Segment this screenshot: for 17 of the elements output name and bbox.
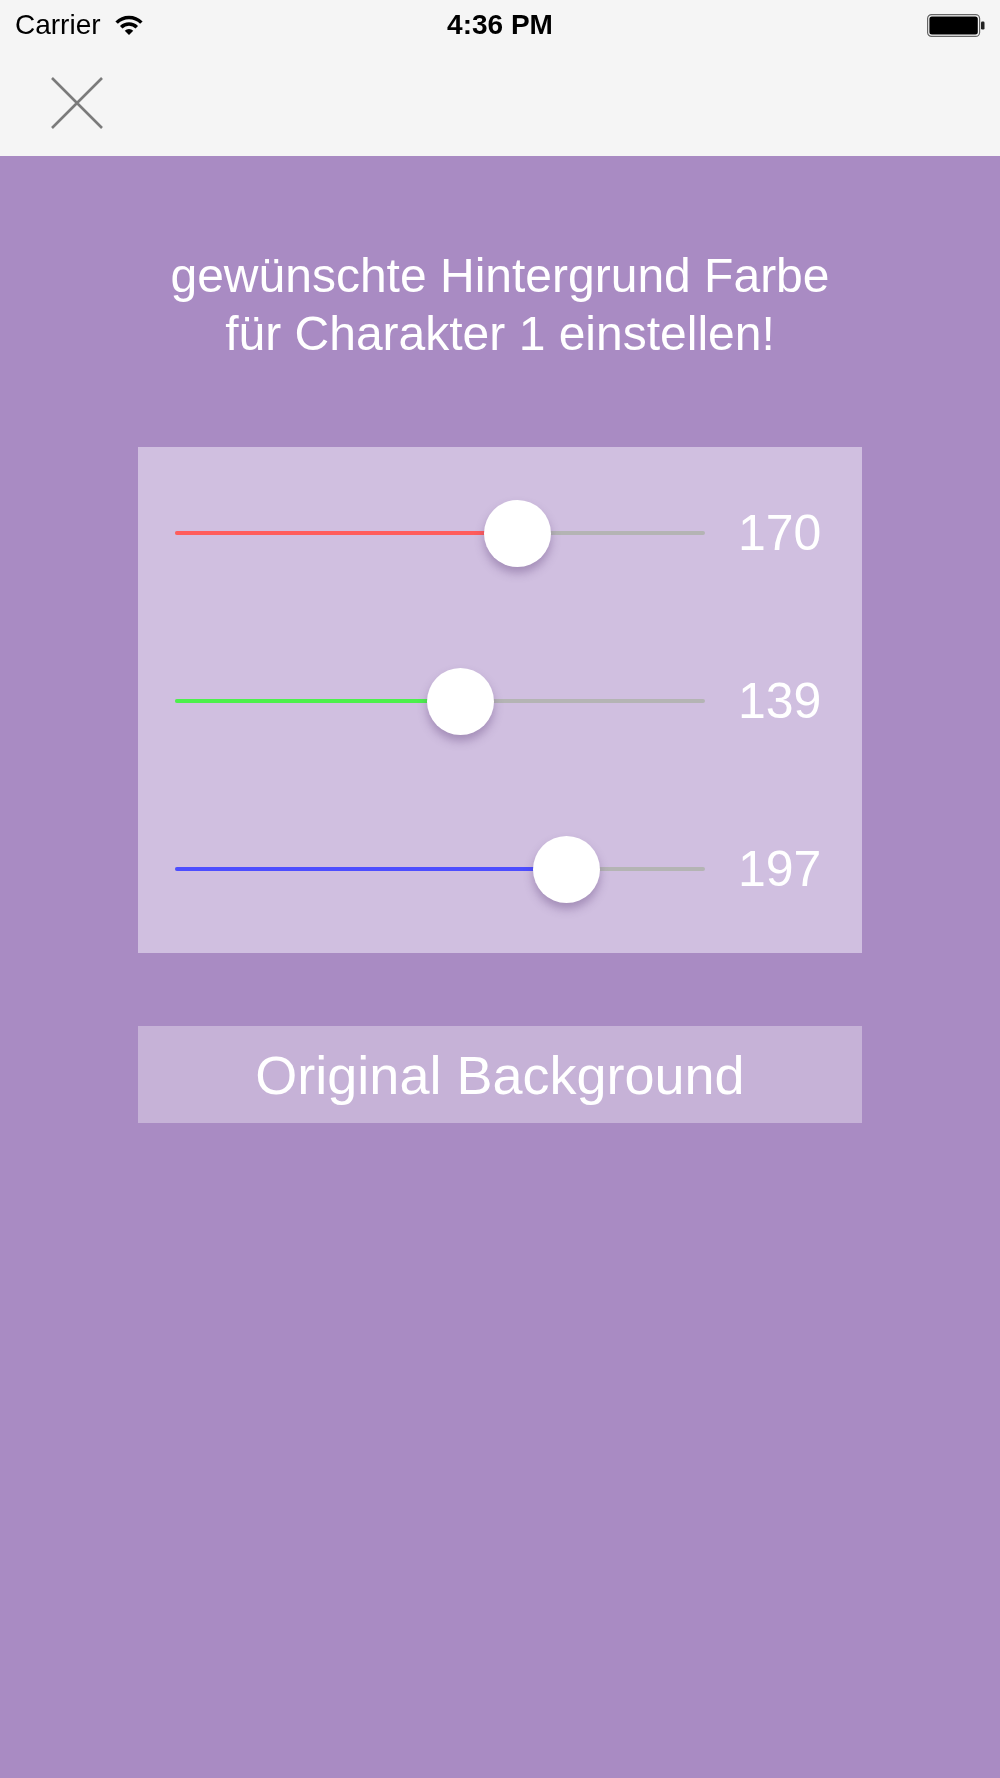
carrier-label: Carrier	[15, 9, 101, 41]
close-icon	[51, 77, 103, 129]
slider-thumb[interactable]	[427, 667, 495, 735]
clock-time: 4:36 PM	[447, 9, 553, 41]
close-button[interactable]	[51, 77, 103, 129]
slider-track[interactable]	[175, 667, 705, 735]
slider-thumb[interactable]	[532, 835, 600, 903]
wifi-icon	[113, 14, 144, 36]
slider-thumb[interactable]	[483, 499, 551, 567]
value-label: 139	[738, 676, 822, 726]
value-label: 197	[738, 844, 822, 894]
value-label: 170	[738, 508, 822, 558]
instruction-text: gewünschte Hintergrund Farbe für Charakter 1 einstellen!	[169, 248, 831, 362]
slider-track[interactable]	[175, 499, 705, 567]
slider-track[interactable]	[175, 835, 705, 903]
original-background-button[interactable]: Original Background	[138, 1026, 862, 1123]
battery-icon	[927, 13, 985, 37]
